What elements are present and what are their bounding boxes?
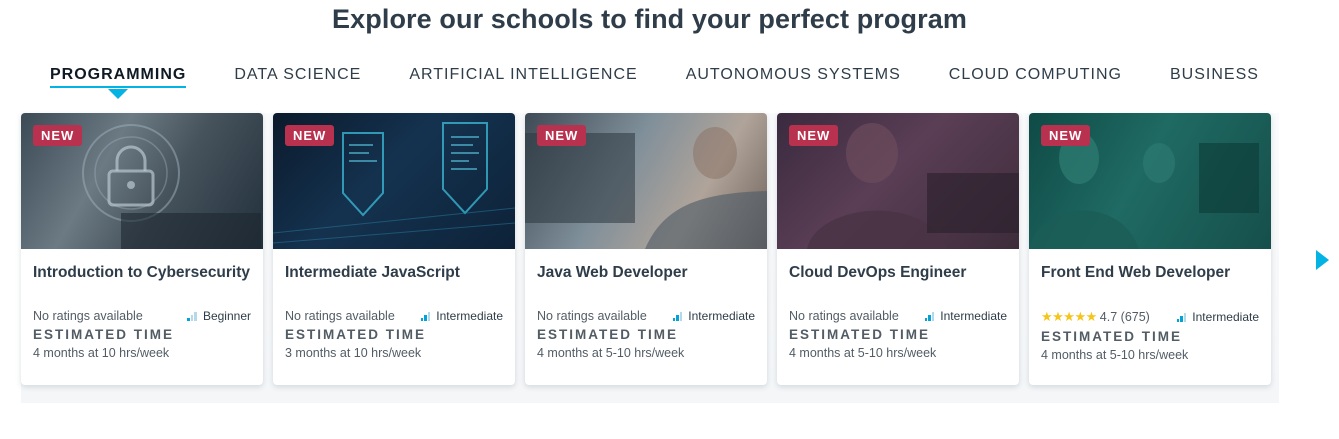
- javascript-code-image: NEW: [273, 113, 515, 249]
- rating-summary: ★★★★★ 4.7 (675): [1041, 309, 1150, 325]
- tab-data-science[interactable]: DATA SCIENCE: [234, 66, 361, 87]
- level-bars-icon: [1176, 312, 1188, 322]
- new-badge: NEW: [285, 125, 335, 146]
- program-card-intermediate-javascript[interactable]: NEW Intermediate JavaScript No ratings a…: [273, 113, 515, 385]
- estimated-time-value: 4 months at 10 hrs/week: [33, 346, 170, 360]
- program-card-cybersecurity[interactable]: NEW Introduction to Cybersecurity No rat…: [21, 113, 263, 385]
- level-bars-icon: [187, 311, 198, 321]
- new-badge: NEW: [789, 125, 839, 146]
- rating-text: No ratings available: [537, 309, 647, 323]
- tab-autonomous-systems[interactable]: AUTONOMOUS SYSTEMS: [686, 66, 901, 87]
- level-bars-icon: [672, 311, 684, 321]
- program-card-front-end-web-developer[interactable]: NEW Front End Web Developer ★★★★★ 4.7 (6…: [1029, 113, 1271, 385]
- tab-programming[interactable]: PROGRAMMING: [50, 66, 187, 88]
- program-card-java-web-developer[interactable]: NEW Java Web Developer No ratings availa…: [525, 113, 767, 385]
- rating-text: No ratings available: [33, 309, 143, 323]
- estimated-time-label: ESTIMATED TIME: [1041, 329, 1182, 344]
- engineer-with-glasses-image: NEW: [777, 113, 1019, 249]
- level-label: Intermediate: [436, 309, 503, 323]
- carousel-next-arrow-icon[interactable]: [1316, 250, 1329, 270]
- estimated-time-value: 4 months at 5-10 hrs/week: [1041, 348, 1189, 362]
- estimated-time-label: ESTIMATED TIME: [33, 327, 174, 342]
- estimated-time-label: ESTIMATED TIME: [285, 327, 426, 342]
- new-badge: NEW: [1041, 125, 1091, 146]
- level-indicator: Intermediate: [924, 309, 1007, 323]
- level-indicator: Intermediate: [672, 309, 755, 323]
- level-label: Beginner: [202, 309, 251, 323]
- estimated-time-value: 4 months at 5-10 hrs/week: [789, 346, 937, 360]
- new-badge: NEW: [537, 125, 587, 146]
- rating-text: No ratings available: [285, 309, 395, 323]
- rating-count: (675): [1120, 310, 1150, 324]
- estimated-time-label: ESTIMATED TIME: [789, 327, 930, 342]
- card-title: Java Web Developer: [537, 264, 688, 281]
- estimated-time-value: 4 months at 5-10 hrs/week: [537, 346, 685, 360]
- cybersecurity-lock-image: NEW: [21, 113, 263, 249]
- rating-text: No ratings available: [789, 309, 899, 323]
- card-title: Front End Web Developer: [1041, 264, 1231, 281]
- office-workers-image: NEW: [1029, 113, 1271, 249]
- tab-cloud-computing[interactable]: CLOUD COMPUTING: [949, 66, 1122, 87]
- new-badge: NEW: [33, 125, 83, 146]
- tab-artificial-intelligence[interactable]: ARTIFICIAL INTELLIGENCE: [409, 66, 637, 87]
- rating-score: 4.7: [1099, 310, 1118, 324]
- level-label: Intermediate: [1192, 310, 1259, 324]
- card-title: Intermediate JavaScript: [285, 264, 460, 281]
- card-title: Introduction to Cybersecurity: [33, 264, 251, 281]
- school-tabs: PROGRAMMING DATA SCIENCE ARTIFICIAL INTE…: [50, 66, 1307, 88]
- active-tab-caret-icon: [108, 89, 128, 99]
- program-card-cloud-devops-engineer[interactable]: NEW Cloud DevOps Engineer No ratings ava…: [777, 113, 1019, 385]
- card-title: Cloud DevOps Engineer: [789, 264, 967, 281]
- level-label: Intermediate: [940, 309, 1007, 323]
- star-rating-icon: ★★★★★: [1041, 309, 1097, 324]
- level-label: Intermediate: [688, 309, 755, 323]
- level-indicator: Beginner: [187, 309, 251, 323]
- developer-at-monitor-image: NEW: [525, 113, 767, 249]
- level-indicator: Intermediate: [1176, 310, 1259, 324]
- estimated-time-value: 3 months at 10 hrs/week: [285, 346, 422, 360]
- page-title: Explore our schools to find your perfect…: [332, 4, 967, 34]
- level-indicator: Intermediate: [420, 309, 503, 323]
- estimated-time-label: ESTIMATED TIME: [537, 327, 678, 342]
- level-bars-icon: [420, 311, 432, 321]
- level-bars-icon: [924, 311, 936, 321]
- tab-business[interactable]: BUSINESS: [1170, 66, 1259, 87]
